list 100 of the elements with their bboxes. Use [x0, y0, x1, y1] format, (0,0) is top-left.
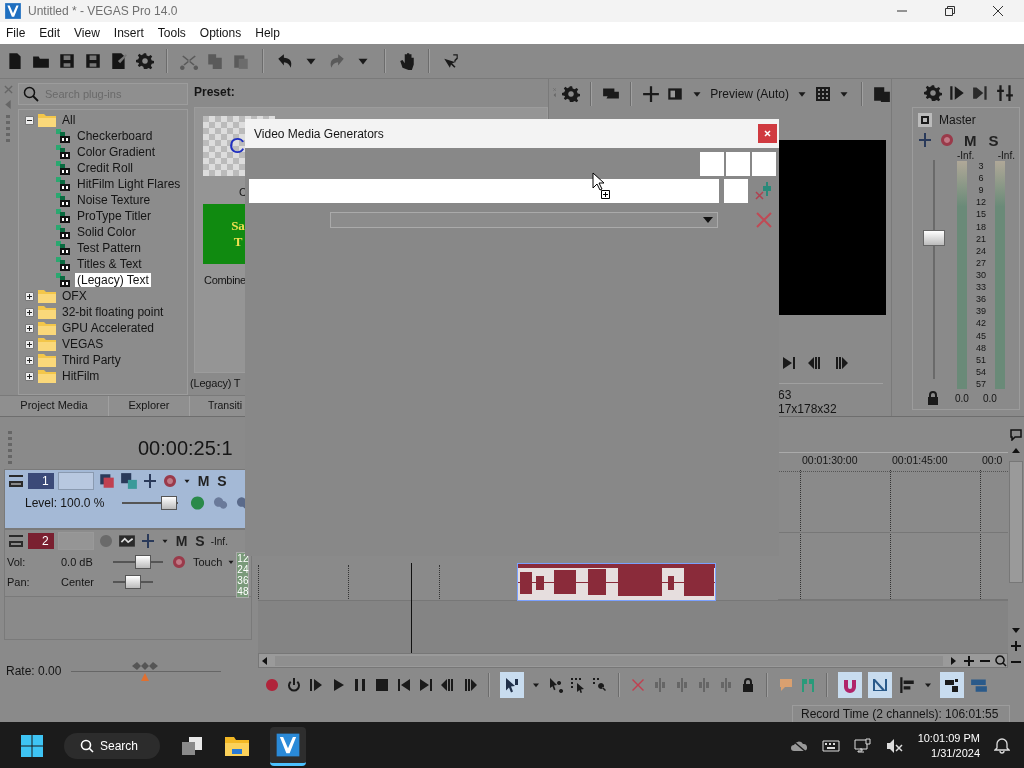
pan-icon[interactable] [139, 533, 156, 549]
previous-frame-icon[interactable] [807, 355, 823, 371]
slider-thumb[interactable] [125, 575, 141, 589]
new-file-icon[interactable] [6, 52, 24, 70]
pan-icon[interactable] [141, 473, 158, 489]
render-icon[interactable] [110, 52, 128, 70]
compositing-icon[interactable] [119, 472, 138, 490]
save-icon[interactable] [58, 52, 76, 70]
marker-flag-icon[interactable] [1010, 429, 1022, 441]
expander-icon[interactable] [25, 307, 34, 317]
tree-item[interactable]: Color Gradient [75, 145, 158, 159]
tree-item[interactable]: Test Pattern [75, 241, 144, 255]
tree-item[interactable]: All [60, 113, 78, 127]
preview-quality-dropdown[interactable]: Preview (Auto) [710, 86, 789, 101]
pause-icon[interactable] [352, 677, 368, 693]
taskbar-app-button[interactable] [270, 726, 307, 766]
tree-item[interactable]: 32-bit floating point [60, 305, 166, 319]
next-frame-icon[interactable] [462, 677, 478, 693]
lock-icon[interactable] [740, 677, 756, 693]
mixer-icon[interactable] [996, 84, 1014, 102]
go-to-start-icon[interactable] [396, 677, 412, 693]
collapse-icon[interactable] [8, 533, 24, 549]
menu-item[interactable]: File [6, 26, 26, 40]
start-icon[interactable] [20, 734, 44, 758]
rate-slider-handle[interactable] [131, 660, 160, 683]
tree-item[interactable]: Credit Roll [75, 161, 135, 175]
folder-icon[interactable] [224, 734, 251, 758]
speaker-muted-icon[interactable] [885, 738, 904, 754]
expander-icon[interactable] [25, 371, 34, 381]
cloud-off-icon[interactable] [789, 739, 808, 753]
audio-clip[interactable] [517, 563, 716, 601]
zoom-in-icon[interactable] [1010, 640, 1022, 652]
name-field[interactable] [249, 179, 719, 203]
network-icon[interactable] [853, 738, 872, 754]
slider-thumb[interactable] [135, 555, 151, 569]
play-from-start-icon[interactable] [308, 677, 324, 693]
mute-button[interactable]: M [173, 533, 190, 549]
hand-icon[interactable] [398, 52, 416, 70]
menu-item[interactable]: Edit [39, 26, 61, 40]
zoom-in-icon[interactable] [963, 654, 975, 667]
tree-item[interactable]: Solid Color [75, 225, 138, 239]
dock-tab[interactable]: Project Media [0, 396, 109, 416]
help-icon[interactable] [442, 52, 460, 70]
trim-start-icon[interactable] [674, 677, 690, 693]
go-to-end-icon[interactable] [418, 677, 434, 693]
close-icon[interactable] [992, 5, 1004, 17]
grip-icon[interactable] [8, 431, 12, 465]
grid-icon[interactable] [815, 85, 831, 102]
scrollbar-thumb[interactable] [1009, 461, 1023, 583]
undo-icon[interactable] [276, 52, 294, 70]
task-view-icon[interactable] [180, 734, 205, 758]
go-to-end-icon[interactable] [781, 355, 797, 371]
fader-handle[interactable] [923, 230, 945, 247]
menu-item[interactable]: View [74, 26, 100, 40]
keyboard-icon[interactable] [821, 739, 840, 753]
next-frame-icon[interactable] [833, 355, 849, 371]
tree-item[interactable]: OFX [60, 289, 89, 303]
restore-icon[interactable] [944, 5, 956, 17]
lock-icon[interactable] [925, 390, 941, 406]
envelope-tool-icon[interactable] [548, 677, 564, 693]
tree-item[interactable]: HitFilm Light Flares [75, 177, 183, 191]
save-as-icon[interactable] [84, 52, 102, 70]
grip-icon[interactable] [6, 115, 10, 143]
collapse-icon[interactable] [8, 473, 24, 489]
solo-button[interactable]: S [215, 473, 229, 489]
automation-mode-dropdown[interactable]: Touch [193, 556, 223, 568]
tree-item[interactable]: Third Party [60, 353, 123, 367]
taskbar-search[interactable]: Search [64, 733, 161, 759]
zoom-tool-icon[interactable] [592, 677, 608, 693]
solo-button[interactable]: S [985, 131, 1002, 149]
settings-icon[interactable] [136, 52, 154, 70]
selection-tool-icon[interactable] [570, 677, 586, 693]
menu-item[interactable]: Help [255, 26, 280, 40]
snapping-button[interactable] [838, 672, 862, 698]
tree-item[interactable]: HitFilm [60, 369, 102, 383]
dock-tab[interactable]: Transiti [190, 396, 243, 416]
menu-item[interactable]: Options [199, 26, 242, 40]
expander-icon[interactable] [25, 323, 34, 333]
bypass-fx-icon[interactable] [97, 472, 116, 490]
tree-item[interactable]: Titles & Text [75, 257, 144, 271]
dock-tab[interactable]: Explorer [109, 396, 190, 416]
notification-bell-icon[interactable] [994, 738, 1010, 754]
previous-frame-icon[interactable] [440, 677, 456, 693]
tree-item[interactable]: ProType Titler [75, 209, 154, 223]
slider-thumb[interactable] [161, 496, 178, 510]
tree-item[interactable]: VEGAS [60, 337, 106, 351]
expander-icon[interactable] [25, 355, 34, 365]
normal-edit-tool-button[interactable] [500, 672, 524, 698]
auto-crossfade-button[interactable] [868, 672, 892, 698]
settings-icon[interactable] [924, 84, 942, 102]
zoom-icon[interactable] [995, 654, 1007, 667]
close-icon[interactable] [758, 124, 777, 143]
tree-item[interactable]: Noise Texture [75, 193, 153, 207]
envelope-icon[interactable] [117, 532, 136, 550]
settings-icon[interactable] [562, 84, 581, 103]
copy-snapshot-icon[interactable] [873, 84, 891, 103]
tree-item[interactable]: GPU Accelerated [60, 321, 157, 335]
pan-icon[interactable] [917, 132, 933, 148]
mute-button[interactable]: M [195, 473, 212, 489]
expander-icon[interactable] [25, 291, 34, 301]
